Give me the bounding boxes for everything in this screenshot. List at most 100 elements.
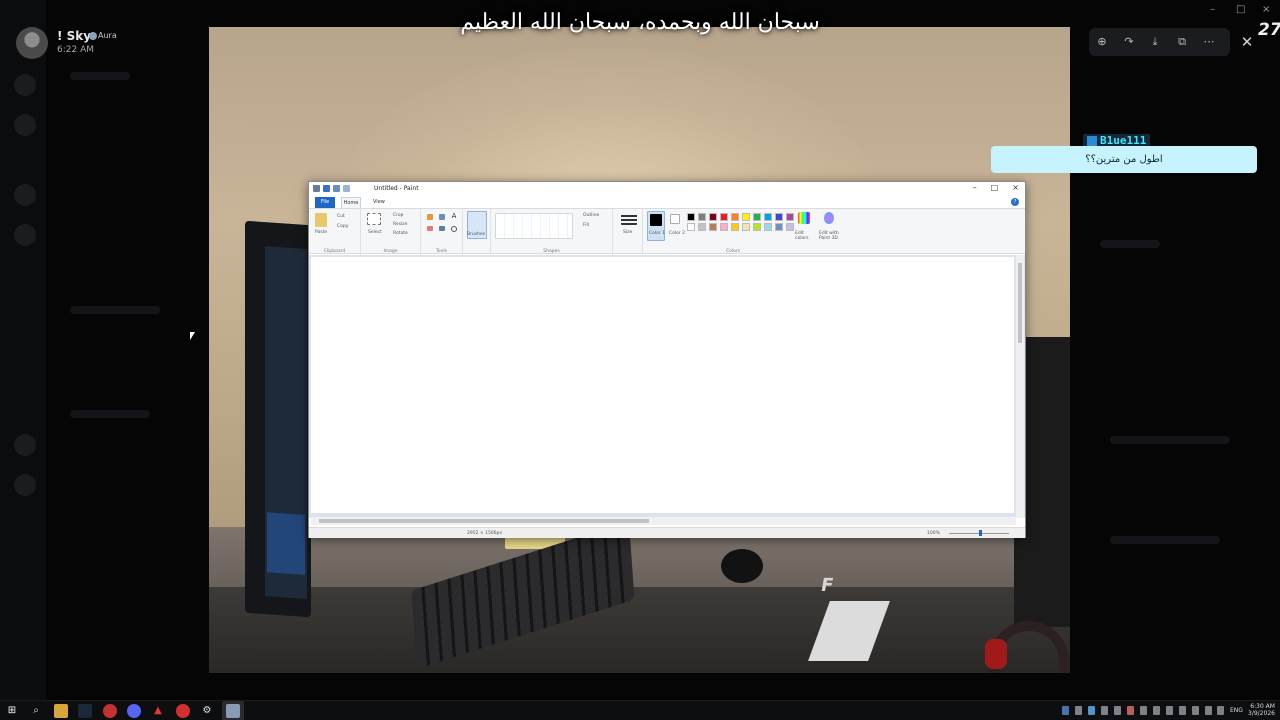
paint-titlebar[interactable]: Untitled - Paint – □ ×	[309, 182, 1025, 196]
vertical-scroll-thumb[interactable]	[1018, 263, 1022, 343]
window-minimize-icon[interactable]: –	[1210, 4, 1215, 15]
palette-swatch[interactable]	[687, 223, 695, 231]
tray-icon[interactable]	[1179, 706, 1186, 715]
edit-colors-icon[interactable]	[798, 212, 810, 224]
window-maximize-icon[interactable]: □	[1236, 4, 1245, 15]
crop-button[interactable]: Crop	[393, 213, 404, 218]
paint-window[interactable]: Untitled - Paint – □ × File Home View ? …	[308, 181, 1026, 538]
download-icon[interactable]: ⤓	[1147, 34, 1163, 50]
discord-icon[interactable]	[127, 704, 141, 718]
shapes-gallery[interactable]	[495, 213, 573, 239]
palette-swatch[interactable]	[687, 213, 695, 221]
forward-icon[interactable]: ↷	[1121, 34, 1137, 50]
tray-icon[interactable]	[1062, 706, 1069, 715]
outline-button[interactable]: Outline	[583, 213, 599, 218]
brushes-button[interactable]: Brushes	[467, 232, 485, 237]
palette-swatch[interactable]	[731, 213, 739, 221]
palette-swatch[interactable]	[775, 213, 783, 221]
save-icon[interactable]	[323, 185, 330, 192]
fill-icon[interactable]	[439, 214, 445, 220]
battery-icon[interactable]	[1217, 706, 1224, 715]
palette-swatch[interactable]	[753, 223, 761, 231]
tray-icon[interactable]	[1127, 706, 1134, 715]
palette-swatch[interactable]	[720, 213, 728, 221]
close-viewer-icon[interactable]: ✕	[1237, 32, 1257, 52]
tab-file[interactable]: File	[315, 197, 335, 208]
color-picker-icon[interactable]	[439, 226, 445, 231]
edit-colors-button[interactable]: Edit colors	[795, 231, 815, 241]
language-indicator[interactable]: ENG	[1230, 707, 1243, 714]
palette-swatch[interactable]	[698, 213, 706, 221]
copy-button[interactable]: Copy	[337, 224, 348, 229]
palette-swatch[interactable]	[764, 213, 772, 221]
more-icon[interactable]: ⋯	[1201, 34, 1217, 50]
select-button[interactable]: Select	[368, 230, 382, 235]
rotate-button[interactable]: Rotate	[393, 231, 408, 236]
minimize-icon[interactable]: –	[973, 183, 977, 192]
zoom-in-icon[interactable]: ⊕	[1094, 34, 1110, 50]
size-icon[interactable]	[621, 213, 637, 225]
paint-taskbar-icon[interactable]	[226, 704, 240, 718]
app-icon[interactable]: ▲	[151, 704, 165, 718]
canvas-area	[309, 255, 1025, 525]
network-icon[interactable]	[1192, 706, 1199, 715]
steam-icon[interactable]	[78, 704, 92, 718]
paint3d-icon[interactable]	[824, 212, 834, 224]
tray-icon[interactable]	[1075, 706, 1082, 715]
resize-button[interactable]: Resize	[393, 222, 407, 227]
undo-icon[interactable]	[333, 185, 340, 192]
palette-swatch[interactable]	[786, 223, 794, 231]
horizontal-scroll-thumb[interactable]	[319, 519, 649, 523]
color2-swatch[interactable]	[670, 214, 680, 224]
help-icon[interactable]: ?	[1011, 198, 1019, 206]
pencil-icon[interactable]	[427, 214, 433, 220]
tray-icon[interactable]	[1153, 706, 1160, 715]
tray-icon[interactable]	[1166, 706, 1173, 715]
palette-swatch[interactable]	[786, 213, 794, 221]
volume-icon[interactable]	[1205, 706, 1212, 715]
system-clock[interactable]: 6:30 AM 3/9/2026	[1248, 703, 1275, 717]
cut-button[interactable]: Cut	[337, 214, 345, 219]
redo-icon[interactable]	[343, 185, 350, 192]
horizontal-scrollbar[interactable]	[311, 517, 1016, 525]
size-button[interactable]: Size	[623, 230, 632, 235]
palette-swatch[interactable]	[742, 223, 750, 231]
vertical-scrollbar[interactable]	[1016, 255, 1024, 518]
tray-icon[interactable]	[1088, 706, 1095, 715]
paste-button[interactable]: Paste	[315, 230, 327, 235]
search-icon[interactable]: ⌕	[29, 704, 43, 718]
text-icon[interactable]: A	[451, 213, 457, 220]
tray-icon[interactable]	[1114, 706, 1121, 715]
tab-view[interactable]: View	[373, 197, 385, 208]
zoom-slider-thumb[interactable]	[979, 530, 982, 536]
maximize-icon[interactable]: □	[991, 183, 999, 192]
drawing-canvas[interactable]	[311, 257, 1014, 513]
palette-swatch[interactable]	[709, 223, 717, 231]
open-external-icon[interactable]: ⧉	[1174, 34, 1190, 50]
start-icon[interactable]: ⊞	[5, 704, 19, 718]
tab-home[interactable]: Home	[341, 197, 361, 208]
palette-swatch[interactable]	[698, 223, 706, 231]
close-icon[interactable]: ×	[1012, 183, 1019, 192]
palette-swatch[interactable]	[775, 223, 783, 231]
browser-icon[interactable]	[103, 704, 117, 718]
paint3d-button[interactable]: Edit with Paint 3D	[819, 231, 849, 241]
tray-icon[interactable]	[1101, 706, 1108, 715]
palette-swatch[interactable]	[753, 213, 761, 221]
select-icon[interactable]	[367, 213, 381, 225]
fill-button[interactable]: Fill	[583, 223, 589, 228]
eraser-icon[interactable]	[427, 226, 433, 231]
palette-swatch[interactable]	[720, 223, 728, 231]
tray-icon[interactable]	[1140, 706, 1147, 715]
palette-swatch[interactable]	[742, 213, 750, 221]
palette-swatch[interactable]	[709, 213, 717, 221]
palette-swatch[interactable]	[731, 223, 739, 231]
settings-icon[interactable]: ⚙	[200, 704, 214, 718]
palette-swatch[interactable]	[764, 223, 772, 231]
magnifier-icon[interactable]	[451, 226, 457, 232]
paste-icon[interactable]	[315, 213, 327, 227]
file-explorer-icon[interactable]	[54, 704, 68, 718]
desk-edge	[209, 587, 1070, 673]
window-close-icon[interactable]: ×	[1262, 4, 1270, 15]
record-icon[interactable]	[176, 704, 190, 718]
